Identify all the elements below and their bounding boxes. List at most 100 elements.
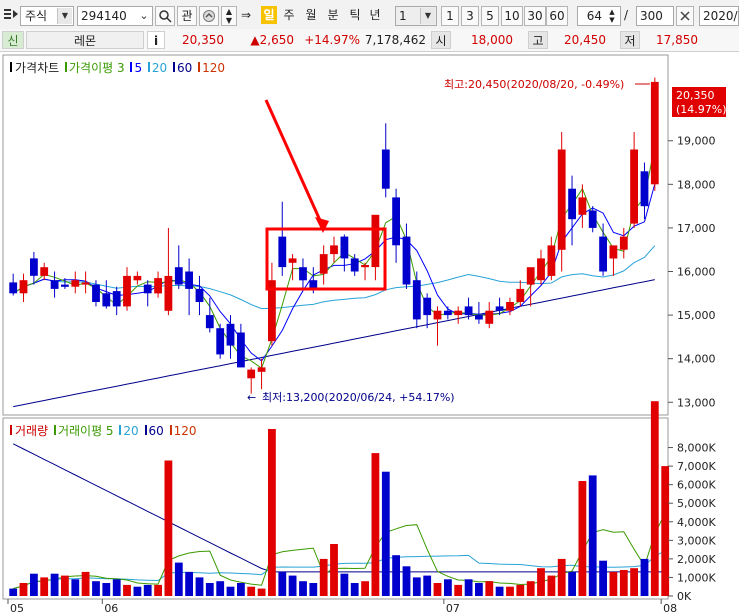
high-label: 고 xyxy=(528,31,548,49)
interest-button[interactable]: 관 xyxy=(177,6,197,26)
candle-body xyxy=(30,258,38,276)
candle-body xyxy=(599,236,607,272)
open-price: 18,000 xyxy=(471,33,513,47)
vma20-marker-icon xyxy=(119,425,122,435)
price-ma-label: 가격이평 3 xyxy=(69,61,125,75)
volume-bar xyxy=(330,544,338,596)
candle-body xyxy=(433,310,442,320)
price-title-text: 가격차트 xyxy=(15,61,60,75)
candle-body xyxy=(205,315,214,329)
period-week[interactable]: 주 xyxy=(281,6,297,24)
volume-bar xyxy=(599,560,607,596)
volume-bar xyxy=(485,581,494,596)
volume-bar xyxy=(609,571,618,596)
candle-body xyxy=(392,197,400,246)
title-marker-icon xyxy=(10,62,12,72)
candle-body xyxy=(9,282,18,294)
candle-body xyxy=(495,306,504,311)
volume-bar xyxy=(154,584,162,596)
volume-bar xyxy=(361,581,369,596)
current-rate-tag-value: (14.97%) xyxy=(676,103,727,116)
volume-bar xyxy=(547,575,556,596)
volume-value: 7,178,462 xyxy=(364,33,426,47)
candle-body xyxy=(237,332,245,368)
interval-30-button[interactable]: 30 xyxy=(524,6,546,26)
reset-button[interactable] xyxy=(676,6,694,26)
candle-body xyxy=(92,284,100,302)
volume-bar xyxy=(237,583,245,596)
date-input[interactable]: 2020/0 xyxy=(699,6,739,26)
period-minute[interactable]: 분 xyxy=(325,6,341,24)
candle-body xyxy=(319,254,328,274)
volume-bar xyxy=(526,581,535,596)
candle-body xyxy=(371,214,380,268)
volume-bar xyxy=(402,566,411,596)
stock-name: 레몬 xyxy=(26,31,144,49)
volume-bar xyxy=(216,581,225,596)
low-annotation-arrow-icon: ← xyxy=(247,391,256,404)
candle-body xyxy=(361,265,369,268)
candle-body xyxy=(143,284,152,294)
candle-body xyxy=(444,310,452,316)
search-button[interactable] xyxy=(155,6,175,26)
candle-body xyxy=(402,236,411,285)
spin-arrows-icon[interactable]: ▲ ▼ xyxy=(605,8,619,24)
volume-bar xyxy=(257,588,266,596)
low-price: 17,850 xyxy=(656,33,698,47)
candle-body xyxy=(226,323,235,346)
period-day[interactable]: 일 xyxy=(261,6,277,24)
candle-body xyxy=(557,149,566,250)
volume-tick-label: 1,000K xyxy=(677,571,716,584)
open-label: 시 xyxy=(431,31,451,49)
interval-1-button[interactable]: 1 xyxy=(441,6,459,26)
volume-bar xyxy=(247,586,256,596)
market-type-select[interactable]: 주식 ▼ xyxy=(20,6,74,26)
volume-bar xyxy=(81,571,90,596)
link-group-button[interactable] xyxy=(199,6,219,26)
ma20-label: 20 xyxy=(151,61,168,75)
candle-body xyxy=(454,310,463,316)
vma60-label: 60 xyxy=(148,424,164,438)
volume-bar xyxy=(619,570,628,596)
candle-body xyxy=(340,236,349,259)
volume-bar xyxy=(205,583,214,596)
volume-bar xyxy=(661,466,670,596)
stock-code-input[interactable]: 294140 ⌄ xyxy=(77,6,153,26)
interval-value: 1 xyxy=(399,9,407,23)
spin-button[interactable]: ▲ ▼ xyxy=(221,6,237,26)
period-tick[interactable]: 틱 xyxy=(347,6,363,24)
visible-count-value: 64 xyxy=(586,9,602,23)
interval-10-button[interactable]: 10 xyxy=(501,6,523,26)
volume-bar xyxy=(102,583,111,596)
interval-select[interactable]: 1 ▼ xyxy=(395,6,437,26)
volume-bar xyxy=(309,583,318,596)
stock-chart[interactable]: 19,000 18,000 17,000 16,000 15,000 14,000 13,0… xyxy=(0,51,739,615)
menu-icon[interactable] xyxy=(3,6,19,24)
interval-3-button[interactable]: 3 xyxy=(461,6,479,26)
period-month[interactable]: 월 xyxy=(303,6,319,24)
volume-bar xyxy=(475,583,483,596)
volume-bar xyxy=(464,579,473,596)
search-icon xyxy=(159,10,172,23)
info-button[interactable]: i xyxy=(147,31,165,49)
visible-count-input[interactable]: 64 ▲ ▼ xyxy=(577,6,621,26)
candle-body xyxy=(423,297,432,316)
total-count-input[interactable]: 300 xyxy=(636,6,674,26)
chevron-down-icon: ▼ xyxy=(57,8,72,24)
candle-body xyxy=(195,288,204,302)
volume-bar xyxy=(226,586,235,596)
candle-body xyxy=(609,245,618,259)
candle-body xyxy=(174,267,183,285)
volume-tick-label: 4,000K xyxy=(677,516,716,529)
candle-body xyxy=(537,258,545,281)
volume-bar xyxy=(340,573,349,596)
interval-60-button[interactable]: 60 xyxy=(546,6,568,26)
candle-body xyxy=(278,236,287,268)
price-change: ▲2,650 xyxy=(250,33,294,47)
volume-bar xyxy=(288,575,297,596)
link-icon xyxy=(203,10,215,22)
candle-body xyxy=(630,149,638,224)
period-year[interactable]: 년 xyxy=(367,6,383,24)
interval-5-button[interactable]: 5 xyxy=(481,6,499,26)
volume-bar xyxy=(50,573,59,596)
